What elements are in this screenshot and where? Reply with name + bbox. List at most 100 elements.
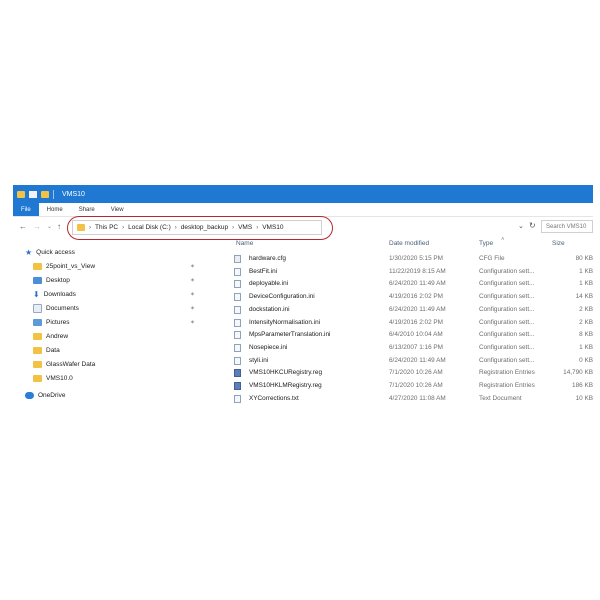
pin-icon[interactable]: ✶ (190, 319, 195, 326)
column-header-type[interactable]: Type (479, 240, 493, 252)
nav-item[interactable]: ⬇ Downloads ✶ (13, 288, 203, 300)
file-row[interactable]: MpsParameterTranslation.ini 6/4/2010 10:0… (218, 329, 593, 341)
file-row[interactable]: styli.ini 6/24/2020 11:49 AM Configuration… (218, 355, 593, 367)
file-type: Configuration sett... (479, 331, 535, 339)
folder-icon (33, 374, 42, 382)
chevron-right-icon[interactable]: › (122, 225, 124, 231)
nav-item[interactable]: VMS10.0 (13, 372, 203, 384)
breadcrumb-desktop-backup[interactable]: desktop_backup (181, 224, 228, 231)
settings-file-icon (234, 331, 241, 340)
refresh-icon[interactable]: ↻ (529, 221, 536, 230)
file-size: 2 KB (579, 305, 593, 313)
nav-item[interactable]: OneDrive (13, 389, 203, 401)
settings-file-icon (234, 280, 241, 289)
folder-icon (33, 262, 42, 270)
breadcrumb-vms[interactable]: VMS (238, 224, 252, 231)
file-row[interactable]: DeviceConfiguration.ini 4/19/2016 2:02 PM… (218, 291, 593, 303)
pin-icon[interactable]: ✶ (190, 277, 195, 284)
file-type: Registration Entries (479, 382, 535, 389)
download-icon: ⬇ (33, 289, 40, 299)
up-arrow-icon[interactable]: ↑ (57, 222, 61, 232)
settings-file-icon (234, 255, 241, 263)
file-size: 0 KB (579, 356, 593, 364)
properties-icon[interactable] (29, 190, 37, 198)
file-list: Name Date modified Type ˄ Size hardware.… (218, 237, 593, 412)
file-size: 80 KB (575, 255, 593, 262)
file-row[interactable]: VMS10HKCURegistry.reg 7/1/2020 10:26 AM Re… (218, 367, 593, 379)
nav-item-label: Desktop (46, 276, 70, 284)
file-name: BestFit.ini (249, 267, 278, 275)
title-bar: VMS10 (13, 185, 593, 203)
file-name: dockstation.ini (249, 305, 290, 313)
back-arrow-icon[interactable]: ← (19, 222, 27, 232)
tab-home[interactable]: Home (39, 203, 71, 216)
sort-caret-icon: ˄ (501, 237, 505, 243)
address-bar[interactable]: › This PC › Local Disk (C:) › desktop_ba… (72, 220, 322, 235)
settings-file-icon (234, 267, 241, 276)
file-name: XYCorrections.txt (249, 394, 299, 402)
pin-icon[interactable]: ✶ (190, 305, 195, 312)
file-type: Configuration sett... (479, 356, 535, 364)
nav-item[interactable]: 25point_vs_View ✶ (13, 260, 203, 272)
file-date-modified: 4/27/2020 11:08 AM (389, 394, 446, 402)
file-row[interactable]: Nosepiece.ini 6/13/2007 1:16 PM Configurat… (218, 342, 593, 354)
tab-share[interactable]: Share (71, 203, 103, 216)
file-type: Configuration sett... (479, 280, 535, 288)
window-title: VMS10 (62, 190, 85, 198)
file-date-modified: 11/22/2019 8:15 AM (389, 267, 446, 275)
file-date-modified: 6/4/2010 10:04 AM (389, 331, 443, 339)
file-row[interactable]: hardware.cfg 1/30/2020 5:15 PM CFG File 80 … (218, 253, 593, 265)
chevron-down-icon[interactable]: ⌄ (518, 222, 524, 230)
recent-locations-icon[interactable]: ⌄ (47, 222, 52, 232)
nav-item[interactable]: Desktop ✶ (13, 274, 203, 286)
column-header-name[interactable]: Name (236, 240, 253, 252)
chevron-right-icon[interactable]: › (175, 225, 177, 231)
file-type: Configuration sett... (479, 343, 535, 351)
file-date-modified: 4/19/2016 2:02 PM (389, 293, 444, 301)
nav-item-label: Andrew (46, 332, 69, 340)
search-input[interactable]: Search VMS10 (541, 220, 593, 233)
chevron-right-icon[interactable]: › (89, 225, 91, 231)
file-date-modified: 6/24/2020 11:49 AM (389, 356, 446, 364)
file-row[interactable]: XYCorrections.txt 4/27/2020 11:08 AM Text … (218, 393, 593, 405)
breadcrumb-vms10[interactable]: VMS10 (262, 224, 283, 231)
breadcrumb-local-disk[interactable]: Local Disk (C:) (128, 224, 171, 231)
nav-item[interactable]: Data (13, 344, 203, 356)
nav-item[interactable]: Andrew (13, 330, 203, 342)
onedrive-icon (25, 391, 34, 399)
nav-item[interactable]: Documents ✶ (13, 302, 203, 314)
nav-item[interactable]: GlassWafer Data (13, 358, 203, 370)
pin-icon[interactable]: ✶ (190, 291, 195, 298)
address-row: ← → ⌄ ↑ › This PC › Local Disk (C:) › de… (13, 217, 593, 237)
tab-view[interactable]: View (103, 203, 132, 216)
file-type: Configuration sett... (479, 318, 535, 326)
file-name: styli.ini (249, 356, 269, 364)
star-icon: ★ (25, 247, 33, 257)
column-header-date[interactable]: Date modified (389, 240, 429, 252)
folder-icon (33, 332, 42, 340)
chevron-right-icon[interactable]: › (256, 225, 258, 231)
new-folder-icon[interactable] (41, 190, 49, 198)
folder-icon (33, 360, 42, 368)
file-date-modified: 7/1/2020 10:26 AM (389, 369, 443, 377)
file-row[interactable]: IntensityNormalisation.ini 4/19/2016 2:02… (218, 317, 593, 329)
pin-icon[interactable]: ✶ (190, 263, 195, 270)
nav-item-label: Pictures (46, 318, 70, 326)
file-row[interactable]: VMS10HKLMRegistry.reg 7/1/2020 10:26 AM Re… (218, 380, 593, 392)
nav-item[interactable]: Pictures ✶ (13, 316, 203, 328)
file-size: 8 KB (579, 331, 593, 339)
column-header-size[interactable]: Size (552, 240, 565, 252)
file-row[interactable]: deployable.ini 6/24/2020 11:49 AM Configur… (218, 278, 593, 290)
breadcrumb-this-pc[interactable]: This PC (95, 224, 118, 231)
file-type: Text Document (479, 394, 522, 402)
nav-item[interactable]: ★ Quick access (13, 246, 203, 258)
file-row[interactable]: dockstation.ini 6/24/2020 11:49 AM Configu… (218, 304, 593, 316)
chevron-right-icon[interactable]: › (232, 225, 234, 231)
forward-arrow-icon[interactable]: → (33, 222, 41, 232)
file-type: Configuration sett... (479, 305, 535, 313)
file-size: 14,790 KB (563, 369, 593, 377)
tab-file[interactable]: File (13, 203, 39, 216)
file-date-modified: 6/13/2007 1:16 PM (389, 343, 444, 351)
file-row[interactable]: BestFit.ini 11/22/2019 8:15 AM Configurati… (218, 266, 593, 278)
nav-item-label: 25point_vs_View (46, 262, 96, 270)
